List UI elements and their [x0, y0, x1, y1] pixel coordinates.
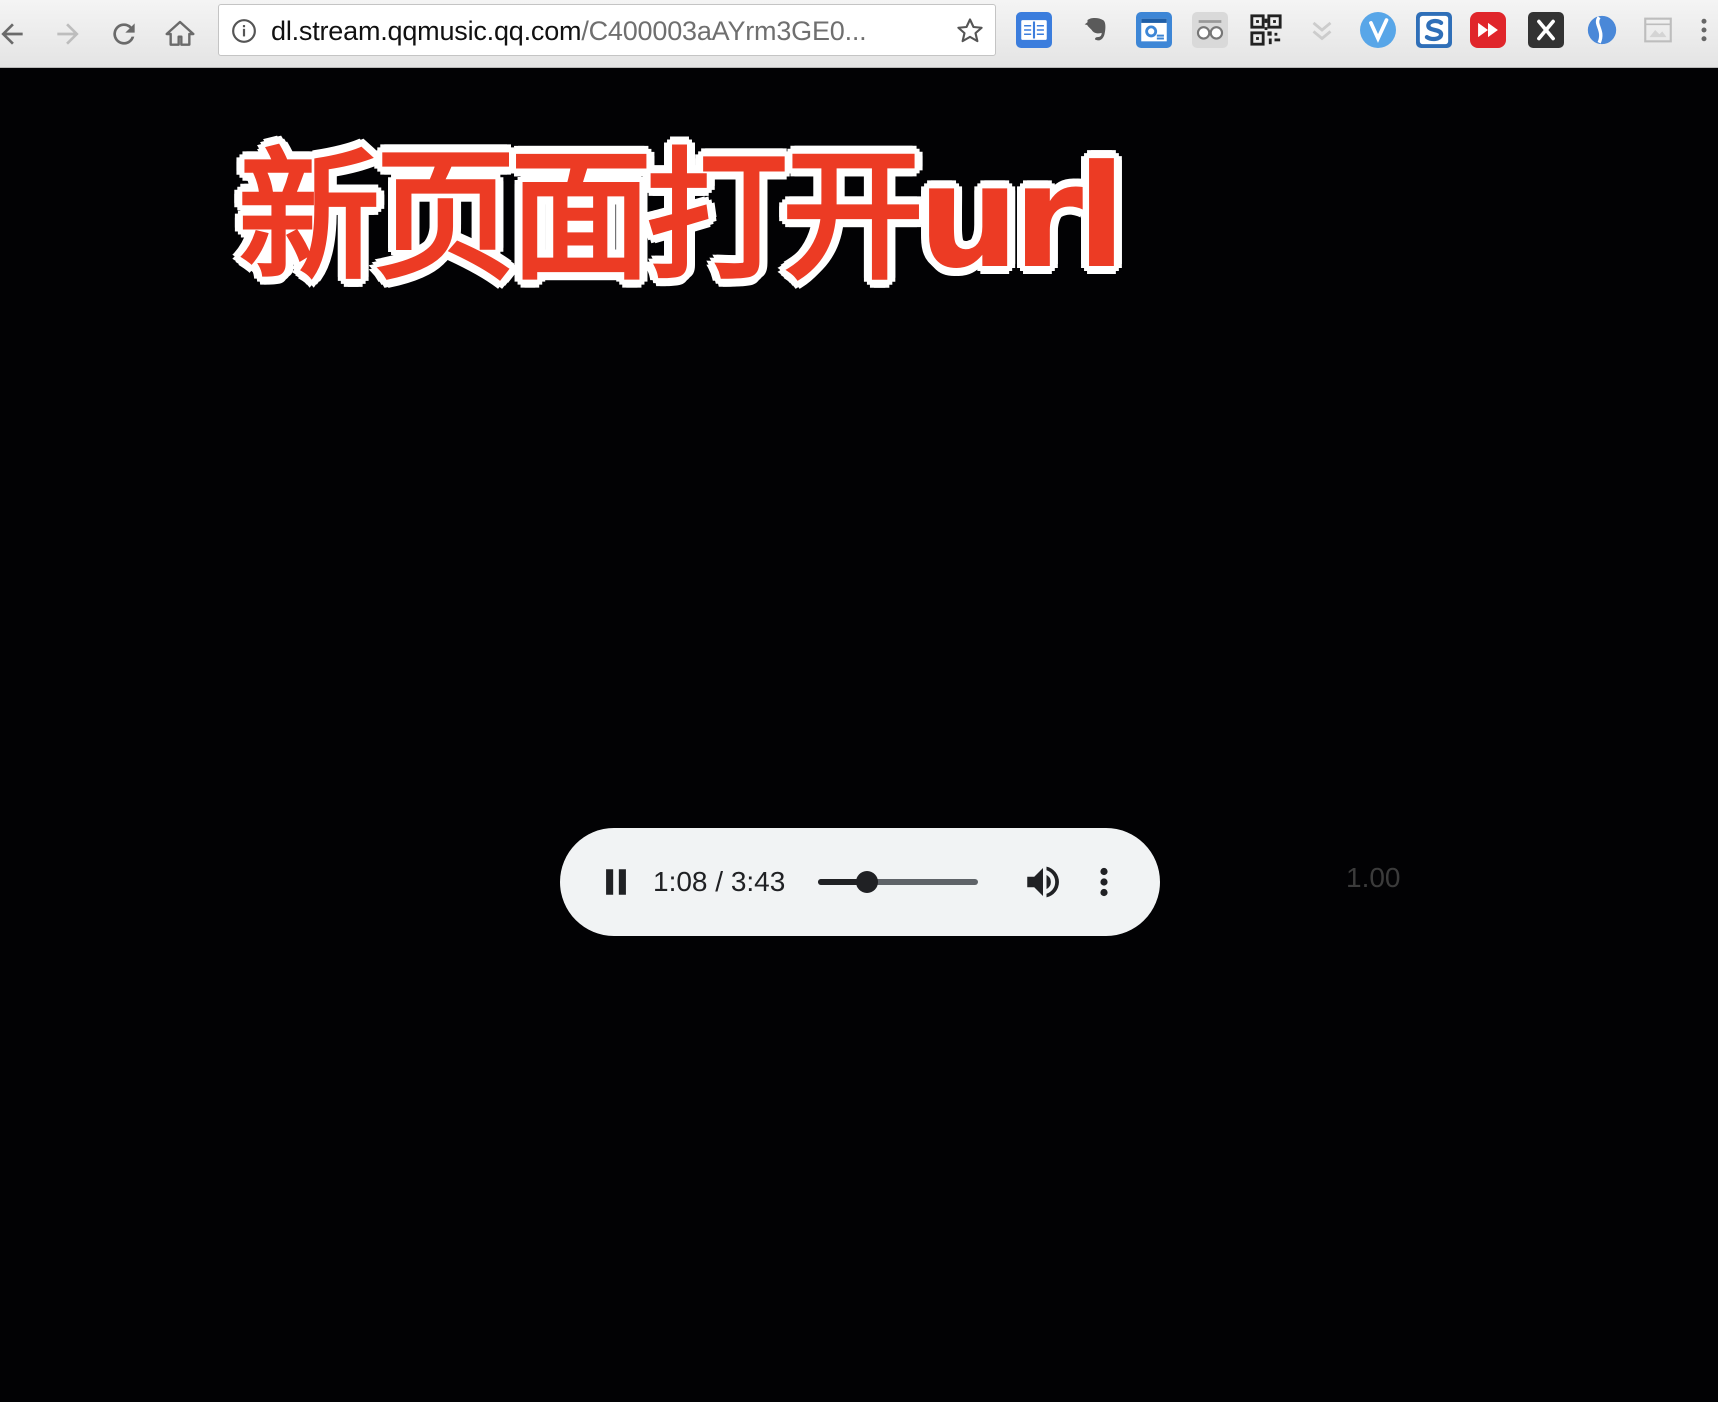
seek-slider-thumb[interactable] — [856, 871, 878, 893]
home-button[interactable] — [156, 10, 204, 58]
youtube-extension[interactable] — [1470, 12, 1506, 48]
audio-player[interactable]: 1:08 / 3:43 — [560, 828, 1160, 936]
v-extension[interactable] — [1360, 12, 1396, 48]
url-path: /C400003aAYrm3GE0... — [581, 16, 867, 46]
browser-menu-button[interactable] — [1694, 12, 1714, 48]
bookmark-star-icon[interactable] — [955, 16, 985, 46]
sphere-extension[interactable] — [1584, 12, 1620, 48]
qr-code-extension[interactable] — [1248, 12, 1284, 48]
more-vertical-icon — [1100, 867, 1108, 897]
address-bar[interactable]: dl.stream.qqmusic.qq.com/C400003aAYrm3GE… — [218, 4, 996, 56]
reload-button[interactable] — [100, 10, 148, 58]
image-icon — [1644, 17, 1672, 43]
chevron-down-icon — [1312, 21, 1332, 41]
evernote-extension[interactable] — [1078, 12, 1114, 48]
player-options-button[interactable] — [1092, 861, 1116, 903]
pause-button[interactable] — [596, 862, 636, 902]
url-text[interactable]: dl.stream.qqmusic.qq.com/C400003aAYrm3GE… — [271, 5, 867, 57]
home-icon — [165, 20, 195, 46]
glasses-icon — [1196, 20, 1224, 40]
overlay-caption: 新页面打开url — [238, 135, 1126, 300]
arrow-right-icon — [57, 23, 79, 45]
screenshot-extension[interactable] — [1640, 12, 1676, 48]
book-icon — [1021, 20, 1047, 40]
elephant-icon — [1084, 17, 1106, 41]
reader-extension[interactable] — [1016, 12, 1052, 48]
info-icon[interactable] — [231, 18, 257, 44]
pause-icon — [606, 869, 626, 895]
more-vertical-icon — [1701, 18, 1707, 42]
arrow-left-icon — [1, 23, 23, 45]
sphere-icon — [1587, 15, 1617, 45]
x-extension[interactable] — [1528, 12, 1564, 48]
playback-rate: 1.00 — [1346, 862, 1401, 893]
x-icon — [1537, 19, 1555, 41]
qr-code-icon — [1250, 14, 1282, 46]
url-host: dl.stream.qqmusic.qq.com — [271, 16, 582, 46]
volume-button[interactable] — [1022, 861, 1064, 903]
download-extension[interactable] — [1304, 12, 1340, 48]
s-icon — [1419, 15, 1449, 45]
forward-button[interactable] — [44, 10, 92, 58]
s-extension[interactable] — [1416, 12, 1452, 48]
volume-icon — [1027, 866, 1059, 898]
v-icon — [1369, 18, 1389, 43]
reload-icon — [113, 23, 135, 45]
seek-slider[interactable] — [818, 871, 978, 893]
time-display: 1:08 / 3:43 — [653, 866, 786, 897]
glasses-extension[interactable] — [1192, 12, 1228, 48]
fast-forward-icon — [1478, 22, 1498, 38]
browser-toolbar: dl.stream.qqmusic.qq.com/C400003aAYrm3GE… — [0, 0, 1718, 68]
gear-window-icon — [1141, 18, 1167, 42]
back-button[interactable] — [0, 10, 36, 58]
settings-extension[interactable] — [1136, 12, 1172, 48]
